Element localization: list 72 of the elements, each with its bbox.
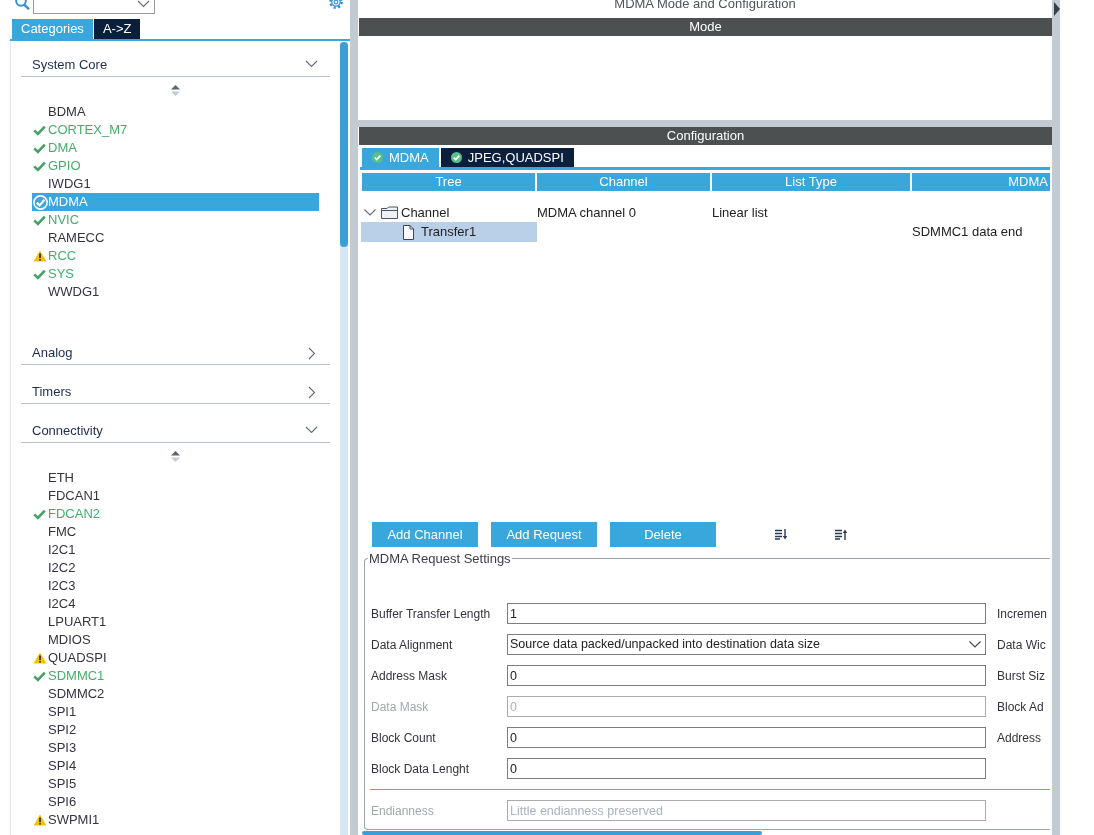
check-circle-icon [372, 152, 383, 163]
field-label: Incremen [997, 605, 1048, 623]
peripheral-item[interactable]: WWDG1 [32, 283, 319, 301]
sort-up-icon[interactable] [835, 529, 848, 540]
text-field[interactable]: 0 [507, 727, 986, 748]
peripheral-item[interactable]: FMC [32, 523, 319, 541]
tree-item[interactable]: Channel [361, 203, 537, 222]
peripheral-item[interactable]: SPI1 [32, 703, 319, 721]
peripheral-item[interactable]: LPUART1 [32, 613, 319, 631]
column-header: Tree [362, 173, 535, 191]
peripheral-item[interactable]: FDCAN1 [32, 487, 319, 505]
peripheral-item[interactable]: SPI6 [32, 793, 319, 811]
peripheral-item[interactable]: RAMECC [32, 229, 319, 247]
column-header: List Type [712, 173, 910, 191]
field-label: Address Mask [370, 667, 449, 685]
table-cell-text: Linear list [712, 203, 769, 222]
section-header: Mode [359, 18, 1052, 36]
chevron-down-icon [137, 0, 150, 8]
peripheral-item[interactable]: SDMMC2 [32, 685, 319, 703]
category-header[interactable]: Analog [21, 329, 330, 365]
dropdown-field[interactable]: Source data packed/unpacked into destination data size [507, 634, 986, 655]
chevron-down-icon[interactable] [364, 209, 376, 216]
search-icon[interactable] [15, 0, 30, 10]
scrollbar-thumb[interactable] [362, 831, 762, 835]
category-header[interactable]: Connectivity [21, 407, 330, 443]
text-field[interactable]: 0 [507, 758, 986, 779]
field-label: Address [997, 729, 1042, 747]
scrollbar-thumb[interactable] [340, 42, 348, 247]
sort-toggle-icon[interactable] [171, 450, 180, 462]
field-label: Buffer Transfer Length [370, 605, 492, 623]
peripheral-item[interactable]: QUADSPI [32, 649, 319, 667]
category-header[interactable]: System Core [21, 41, 330, 77]
text-field[interactable]: 1 [507, 603, 986, 624]
section-header: Configuration [359, 127, 1052, 145]
arrow-right-icon[interactable] [1054, 2, 1060, 16]
peripheral-item[interactable]: I2C1 [32, 541, 319, 559]
check-circle-icon [450, 152, 462, 163]
field-label: Endianness [370, 802, 435, 820]
file-icon [403, 224, 414, 240]
peripheral-item[interactable]: SPI3 [32, 739, 319, 757]
table-cell-text: MDMA channel 0 [537, 203, 637, 222]
category-header[interactable]: Timers [21, 368, 330, 404]
peripheral-item[interactable]: ETH [32, 469, 319, 487]
field-label: Data Wic [997, 636, 1046, 654]
group-title: MDMA Request Settings [368, 551, 512, 566]
sort-toggle-icon[interactable] [171, 84, 180, 96]
tab[interactable]: A->Z [93, 19, 141, 39]
peripheral-item[interactable]: SPI5 [32, 775, 319, 793]
peripheral-item[interactable]: SWPMI1 [32, 811, 319, 829]
field-label: Block Data Lenght [370, 760, 471, 778]
peripheral-item[interactable]: SPI4 [32, 757, 319, 775]
peripheral-item[interactable]: MDIOS [32, 631, 319, 649]
peripheral-item[interactable]: BDMA [32, 103, 319, 121]
field-label: Block Ad [997, 698, 1044, 716]
column-header: MDMA [912, 173, 1050, 191]
folder-icon [381, 206, 398, 219]
chevron-down-icon [969, 641, 981, 648]
tab[interactable]: JPEG,QUADSPI [440, 148, 574, 167]
peripheral-item[interactable]: I2C3 [32, 577, 319, 595]
column-header: Channel [537, 173, 710, 191]
peripheral-item[interactable]: IWDG1 [32, 175, 319, 193]
field-label: Data Alignment [370, 636, 454, 654]
tree-item[interactable]: Transfer1 [361, 222, 537, 242]
text-field[interactable]: 0 [507, 665, 986, 686]
peripheral-item[interactable]: SPI2 [32, 721, 319, 739]
peripheral-item[interactable]: I2C2 [32, 559, 319, 577]
field-label: Burst Siz [997, 667, 1045, 685]
sort-down-icon[interactable] [775, 529, 788, 540]
table-cell-text: SDMMC1 data end [912, 223, 1024, 242]
peripheral-item[interactable]: I2C4 [32, 595, 319, 613]
field-label: Data Mask [370, 698, 430, 716]
field-label: Block Count [370, 729, 437, 747]
